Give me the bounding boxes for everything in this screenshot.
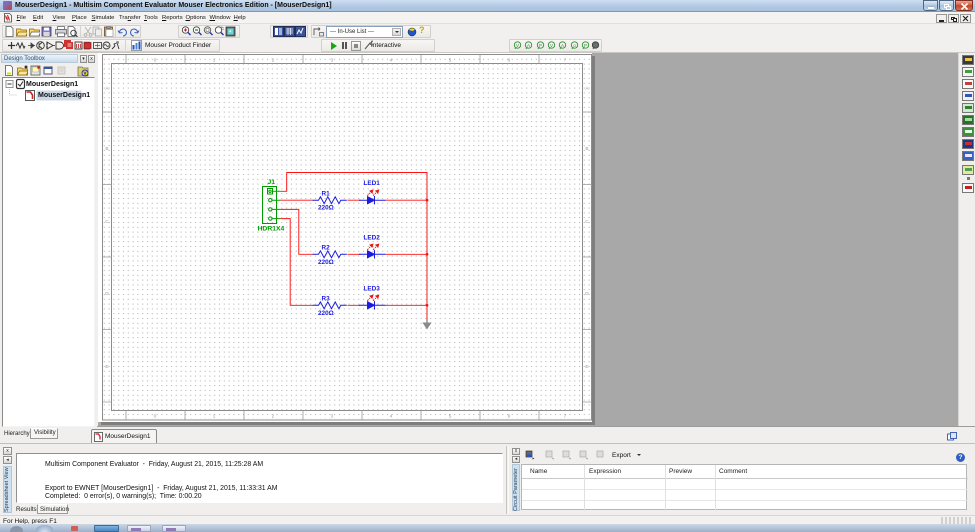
svg-text:V: V <box>516 43 519 48</box>
svg-text:R1: R1 <box>322 191 331 198</box>
svg-text:J1: J1 <box>268 179 276 186</box>
svg-text:3: 3 <box>331 58 334 64</box>
svg-text:6: 6 <box>508 58 511 64</box>
svg-text:7: 7 <box>564 414 567 420</box>
svg-text:R3: R3 <box>322 296 331 303</box>
svg-text:0: 0 <box>154 58 157 64</box>
svg-text:C: C <box>105 219 109 225</box>
svg-text:5: 5 <box>449 58 452 64</box>
svg-text:7: 7 <box>564 58 567 64</box>
svg-text:4: 4 <box>390 414 393 420</box>
svg-text:4: 4 <box>390 58 393 64</box>
svg-text:R2: R2 <box>322 245 331 252</box>
svg-text:1: 1 <box>213 414 216 420</box>
svg-text:A: A <box>527 43 530 48</box>
svg-text:2: 2 <box>272 58 275 64</box>
svg-text:A: A <box>561 43 564 48</box>
svg-text:E: E <box>105 364 108 370</box>
svg-text:220Ω: 220Ω <box>318 310 334 317</box>
svg-text:o: o <box>573 43 576 48</box>
svg-text:LED3: LED3 <box>364 285 381 292</box>
svg-text:P: P <box>584 43 587 48</box>
svg-text:5: 5 <box>449 414 452 420</box>
svg-text:6: 6 <box>508 414 511 420</box>
svg-text:LED2: LED2 <box>364 234 381 241</box>
svg-text:220Ω: 220Ω <box>318 259 334 266</box>
svg-text:3: 3 <box>331 414 334 420</box>
svg-text:0: 0 <box>154 414 157 420</box>
svg-text:HDR1X4: HDR1X4 <box>258 226 285 233</box>
svg-text:220Ω: 220Ω <box>318 205 334 212</box>
svg-text:V: V <box>550 43 553 48</box>
svg-text:B: B <box>105 146 108 152</box>
svg-text:D: D <box>585 291 589 297</box>
svg-text:2: 2 <box>272 414 275 420</box>
svg-text:B: B <box>585 146 588 152</box>
svg-text:E: E <box>585 364 588 370</box>
svg-text:1: 1 <box>213 58 216 64</box>
svg-text:D: D <box>105 291 109 297</box>
svg-text:LED1: LED1 <box>364 180 381 187</box>
svg-text:C: C <box>585 219 589 225</box>
svg-text:P: P <box>539 43 542 48</box>
